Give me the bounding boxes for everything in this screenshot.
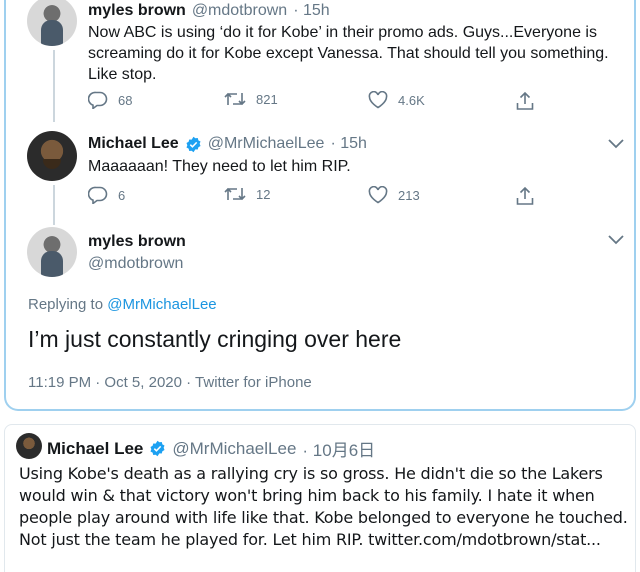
like-count: 4.6K — [398, 92, 425, 108]
tweet2-text: Maaaaaan! They need to let him RIP. — [88, 158, 351, 175]
share-button[interactable] — [516, 91, 534, 111]
reply-button[interactable]: 6 — [88, 186, 125, 204]
replying-to: Replying to @MrMichaelLee — [28, 296, 217, 313]
tweet3-text: I’m just constantly cringing over here — [28, 326, 402, 352]
retweet-count: 821 — [256, 91, 278, 107]
retweet-button[interactable]: 12 — [224, 186, 270, 202]
tweet-thread: myles brown @mdotbrown · 15h Now ABC is … — [4, 0, 636, 411]
avatar-michael-lee[interactable] — [27, 131, 77, 181]
reply-count: 6 — [118, 187, 126, 203]
chevron-down-icon[interactable] — [606, 137, 626, 151]
tweet-timestamp[interactable]: 11:19 PM · Oct 5, 2020 · Twitter for iPh… — [28, 374, 312, 391]
share-icon — [516, 91, 534, 110]
reply-count: 68 — [118, 92, 133, 108]
author-handle[interactable]: @mdotbrown — [192, 2, 287, 20]
like-count: 213 — [398, 187, 420, 203]
tweet3-header: myles brown @mdotbrown — [88, 233, 186, 273]
tweet1-text: Now ABC is using ‘do it for Kobe’ in the… — [88, 24, 609, 83]
tweet-time[interactable]: · 15h — [330, 135, 366, 153]
like-icon — [368, 91, 388, 109]
share-icon — [516, 186, 534, 205]
avatar-myles-brown[interactable] — [27, 0, 77, 46]
share-button[interactable] — [516, 186, 534, 206]
avatar-michael-lee[interactable] — [16, 433, 42, 459]
like-icon — [368, 186, 388, 204]
retweet-button[interactable]: 821 — [224, 91, 278, 107]
like-button[interactable]: 4.6K — [368, 91, 425, 109]
reply-icon — [88, 186, 108, 204]
author-handle[interactable]: @MrMichaelLee — [172, 439, 296, 459]
author-name[interactable]: myles brown — [88, 2, 186, 20]
verified-badge-icon — [150, 440, 165, 457]
tweet1-header: myles brown @mdotbrown · 15h — [88, 2, 330, 20]
like-button[interactable]: 213 — [368, 186, 420, 204]
quote-header: Michael Lee @MrMichaelLee · 10月6日 — [47, 436, 375, 461]
retweet-icon — [224, 92, 246, 106]
quote-date[interactable]: · 10月6日 — [302, 436, 375, 461]
replying-to-handle[interactable]: @MrMichaelLee — [107, 296, 216, 313]
retweet-icon — [224, 187, 246, 201]
avatar-myles-brown[interactable] — [27, 227, 77, 277]
author-name[interactable]: myles brown — [88, 233, 186, 251]
verified-badge-icon — [186, 136, 201, 152]
quoted-tweet-card[interactable]: Michael Lee @MrMichaelLee · 10月6日 Using … — [4, 424, 636, 572]
author-name[interactable]: Michael Lee — [47, 439, 143, 459]
author-handle[interactable]: @mdotbrown — [88, 255, 186, 273]
reply-icon — [88, 91, 108, 109]
author-name[interactable]: Michael Lee — [88, 135, 179, 153]
reply-button[interactable]: 68 — [88, 91, 132, 109]
author-handle[interactable]: @MrMichaelLee — [208, 135, 325, 153]
tweet-time[interactable]: · 15h — [293, 2, 329, 20]
retweet-count: 12 — [256, 186, 271, 202]
thread-connector — [53, 185, 55, 225]
tweet2-header: Michael Lee @MrMichaelLee · 15h — [88, 135, 367, 153]
thread-connector — [53, 50, 55, 122]
quote-text: Using Kobe's death as a rallying cry is … — [19, 464, 628, 549]
chevron-down-icon[interactable] — [606, 233, 626, 247]
replying-to-label: Replying to — [28, 296, 108, 313]
